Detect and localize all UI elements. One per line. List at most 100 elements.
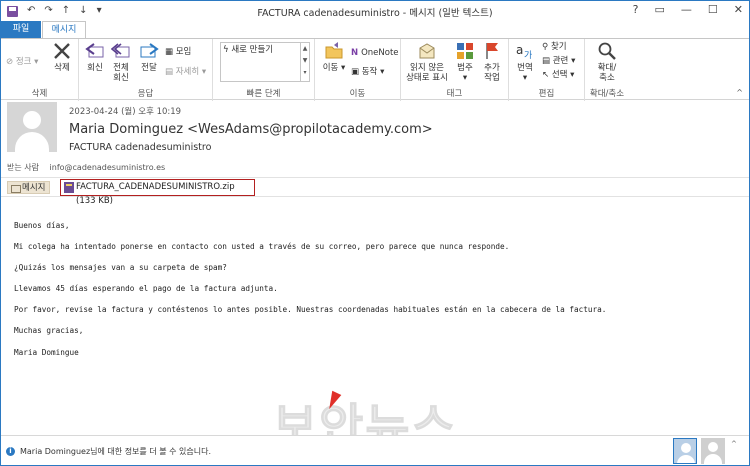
more-icon: ▤ [165,67,176,77]
forward-label: 전달 [141,63,157,73]
reply-icon [85,43,104,58]
to-recipient[interactable]: info@cadenadesuministro.es [50,163,166,172]
magnifier-icon [598,42,616,60]
svg-text:가: 가 [524,50,532,61]
window-controls: ? ▭ — ☐ ✕ [633,3,743,16]
ribbon: ⊘ 정크 ▾ 삭제 삭제 회신 전체 회신 전달 ▦ 모임 ▤ 자세히 ▾ 응답… [1,38,749,101]
translate-button[interactable]: a가 번역 ▾ [511,41,539,83]
folder-move-icon [325,42,343,59]
people-pane-avatar-sender[interactable] [673,438,697,464]
gallery-scroll[interactable]: ▲ ▼ ▾ [300,43,309,81]
related-icon: ▤ [542,56,553,66]
delete-button[interactable]: 삭제 [51,41,73,73]
close-button[interactable]: ✕ [734,3,743,16]
respond-group: 회신 전체 회신 전달 ▦ 모임 ▤ 자세히 ▾ 응답 [79,39,213,101]
chevron-down-icon: ▾ [377,67,385,77]
zoom-label-1: 확대/ [597,63,617,73]
body-line: Llevamos 45 días esperando el pago de la… [14,284,278,293]
respond-group-label: 응답 [137,89,154,99]
message-subject: FACTURA cadenadesuministro [69,142,212,153]
onenote-button[interactable]: N OneNote [351,48,399,59]
chevron-down-icon: ▾ [567,70,575,80]
editing-group-label: 편집 [538,89,555,99]
find-button[interactable]: ⚲ 찾기 [542,42,567,53]
attachment-bar: 메시지 FACTURA_CADENADESUMINISTRO.zip (133 … [1,177,749,206]
chevron-down-icon: ▾ [338,63,346,73]
select-button[interactable]: ↖ 선택 ▾ [542,70,574,81]
ribbon-tabs: 파일 메시지 [1,21,749,39]
chevron-down-icon: ▾ [199,67,207,77]
related-label: 관련 [552,56,569,66]
delete-group-label: 삭제 [31,89,48,99]
sender-avatar[interactable] [7,102,57,152]
related-button[interactable]: ▤ 관련 ▾ [542,56,575,67]
avatar-body [704,454,722,464]
chevron-down-icon: ▾ [462,73,468,83]
move-group-label: 이동 [349,89,366,99]
svg-text:a: a [516,43,523,57]
minimize-button[interactable]: — [681,3,692,16]
ribbon-display-options-button[interactable]: ▭ [655,3,665,16]
meeting-label: 모임 [175,47,192,57]
expand-people-pane-icon[interactable]: ^ [731,440,737,448]
help-button[interactable]: ? [633,3,639,16]
message-attachment-tab[interactable]: 메시지 [7,181,51,194]
more-respond-label: 자세히 [175,67,200,77]
categorize-icon [457,43,473,59]
onenote-icon: N [351,48,362,58]
mark-unread-label-1: 읽지 않은 [410,63,444,73]
body-line: Buenos días, [14,221,70,230]
junk-label: 정크 [15,57,32,67]
avatar-head [681,443,691,453]
body-line: Muchas gracias, [14,326,84,335]
follow-up-label-2: 작업 [484,73,500,83]
more-respond-button[interactable]: ▤ 자세히 ▾ [165,67,206,78]
zoom-group-label: 확대/축소 [589,89,625,99]
reply-all-label-1: 전체 [113,63,129,73]
move-button[interactable]: 이동 ▾ [321,41,347,73]
mark-unread-button[interactable]: 읽지 않은 상태로 표시 [403,41,451,83]
binoculars-icon: ⚲ [542,42,551,52]
actions-button[interactable]: ▣ 동작 ▾ [351,67,384,78]
body-line: Por favor, revise la factura y contésten… [14,305,607,314]
info-icon: i [6,447,15,456]
quick-steps-group-label: 빠른 단계 [246,89,281,99]
zoom-group: 확대/ 축소 확대/축소 [585,39,629,101]
zip-file-icon [64,182,74,193]
sender-name[interactable]: Maria Dominguez <WesAdams@propilotacadem… [69,122,433,137]
reply-label: 회신 [87,63,103,73]
maximize-button[interactable]: ☐ [708,3,718,16]
reply-button[interactable]: 회신 [83,41,107,73]
quick-steps-group: ϟ 새로 만들기 ▲ ▼ ▾ 빠른 단계 [213,39,315,101]
categorize-button[interactable]: 범주 ▾ [453,41,477,83]
zoom-button[interactable]: 확대/ 축소 [591,41,623,83]
chevron-down-icon: ▾ [31,57,39,67]
chevron-down-icon: ▾ [522,73,528,83]
tab-message[interactable]: 메시지 [42,21,86,39]
to-label: 받는 사람 [7,163,39,172]
body-line: ¿Quizás los mensajes van a su carpeta de… [14,263,227,272]
meeting-button[interactable]: ▦ 모임 [165,47,191,58]
people-pane-avatar-recipient[interactable] [701,438,725,464]
translate-label: 번역 [517,63,533,73]
reply-all-button[interactable]: 전체 회신 [109,41,133,83]
people-info-text[interactable]: Maria Dominguez님에 대한 정보를 더 볼 수 있습니다. [20,446,211,457]
chevron-down-icon: ▾ [568,56,576,66]
tab-file[interactable]: 파일 [1,21,41,38]
quick-step-new-label: 새로 만들기 [231,45,274,55]
junk-button[interactable]: ⊘ 정크 ▾ [6,57,38,68]
follow-up-button[interactable]: 추가 작업 [479,41,505,83]
mark-unread-icon [419,43,435,59]
forward-icon [140,43,159,58]
junk-icon: ⊘ [6,57,16,67]
collapse-ribbon-icon[interactable]: ^ [736,88,743,97]
move-group: 이동 ▾ N OneNote ▣ 동작 ▾ 이동 [315,39,401,101]
forward-button[interactable]: 전달 [137,41,161,73]
people-pane-bar: i Maria Dominguez님에 대한 정보를 더 볼 수 있습니다. ^ [1,435,749,465]
reply-all-icon [111,43,130,58]
zip-attachment[interactable]: FACTURA_CADENADESUMINISTRO.zip (133 KB) [60,179,255,206]
delete-label: 삭제 [54,63,70,73]
avatar-body [677,455,695,463]
quick-step-new[interactable]: ϟ 새로 만들기 [223,45,273,56]
flag-icon [486,43,498,59]
